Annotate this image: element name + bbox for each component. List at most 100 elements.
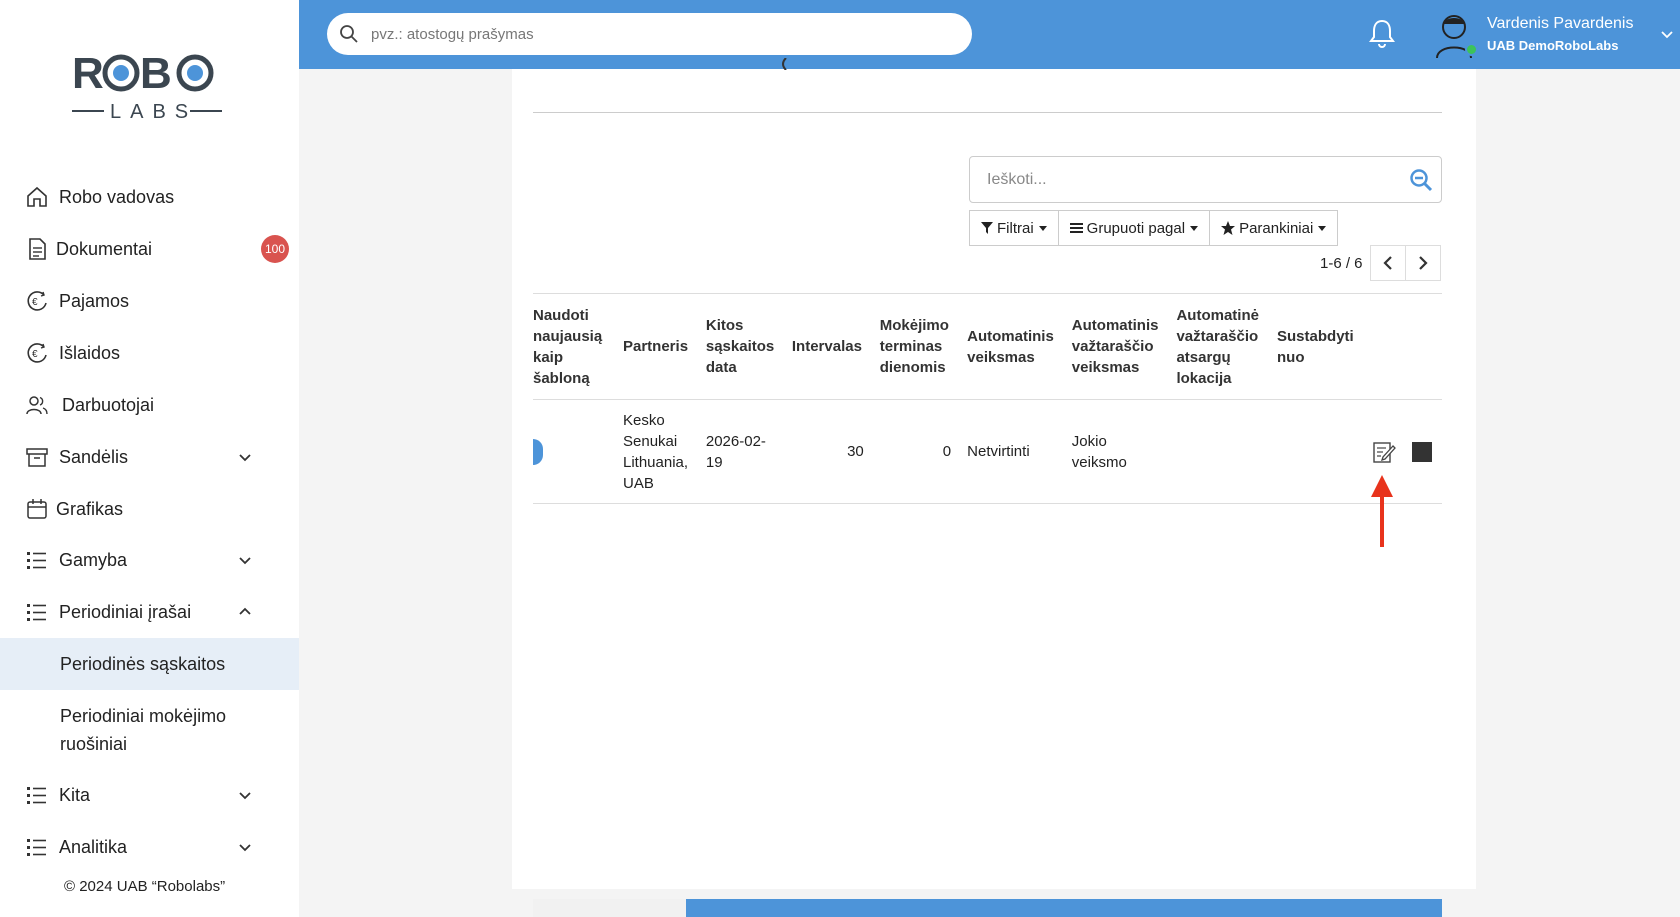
chevron-down-icon — [239, 557, 251, 565]
archive-icon — [26, 448, 48, 467]
group-by-button[interactable]: Grupuoti pagal — [1058, 210, 1211, 246]
template-toggle-cell[interactable] — [533, 399, 615, 504]
bars-icon — [1069, 223, 1083, 233]
previous-page-button[interactable] — [1370, 245, 1406, 281]
sidebar-subitem-periodines-saskaitos[interactable]: Periodinės sąskaitos — [0, 638, 299, 690]
caret-down-icon — [1038, 225, 1047, 231]
copyright-text: © 2024 UAB “Robolabs” — [64, 878, 226, 895]
sidebar-item-kita[interactable]: Kita — [0, 769, 299, 821]
filters-button[interactable]: Filtrai — [969, 210, 1059, 246]
title-fragment — [782, 58, 787, 70]
bottom-bar-segment — [533, 899, 686, 917]
sidebar-item-label: Periodiniai įrašai — [59, 601, 192, 622]
svg-text:R: R — [72, 49, 103, 98]
list-icon — [27, 604, 46, 621]
column-header[interactable]: Naudoti naujausią kaip šabloną — [533, 293, 615, 400]
home-icon — [27, 186, 47, 207]
list-search-input[interactable]: Ieškoti... — [969, 156, 1442, 203]
caret-down-icon — [1190, 225, 1199, 231]
euro-income-icon: € — [27, 291, 47, 311]
sidebar-item-label: Robo vadovas — [59, 186, 175, 207]
sidebar-subitem-label: Periodinės sąskaitos — [60, 654, 226, 674]
table-row[interactable]: Kesko Senukai Lithuania, UAB 2026-02-19 … — [533, 399, 1442, 504]
sidebar-item-darbuotojai[interactable]: Darbuotojai — [0, 379, 299, 431]
column-header[interactable]: Kitos sąskaitos data — [697, 293, 784, 400]
partner-cell: Kesko Senukai Lithuania, UAB — [615, 399, 698, 504]
auto-action-cell: Netvirtinti — [959, 399, 1064, 504]
svg-text:LABS: LABS — [110, 101, 197, 123]
calendar-icon — [27, 499, 47, 519]
sidebar-item-analitika[interactable]: Analitika — [0, 821, 299, 873]
next-page-button[interactable] — [1405, 245, 1441, 281]
list-icon — [27, 787, 46, 804]
sidebar-item-periodiniai-irasai[interactable]: Periodiniai įrašai — [0, 586, 299, 638]
sidebar-item-pajamos[interactable]: € Pajamos — [0, 275, 299, 327]
sidebar-item-robo-vadovas[interactable]: Robo vadovas — [0, 171, 299, 223]
svg-text:€: € — [32, 349, 38, 360]
favorites-label: Parankiniai — [1239, 219, 1314, 237]
sidebar-subitem-periodiniai-mokejimo-ruosiniai[interactable]: Periodiniai mokėjimo ruošiniai — [0, 700, 299, 760]
star-icon — [1221, 221, 1236, 235]
column-header[interactable]: Partneris — [615, 293, 698, 400]
users-icon — [26, 396, 48, 415]
sidebar-item-label: Išlaidos — [59, 342, 121, 363]
user-company[interactable]: UAB DemoRoboLabs — [1487, 38, 1618, 53]
search-icon — [340, 25, 358, 43]
online-status-dot — [1465, 43, 1478, 56]
sidebar-item-grafikas[interactable]: Grafikas — [0, 483, 299, 535]
column-header — [1404, 293, 1442, 400]
edit-icon[interactable] — [1372, 440, 1397, 464]
user-name[interactable]: Vardenis Pavardenis — [1487, 15, 1633, 33]
column-header — [1364, 293, 1405, 400]
top-bar: pvz.: atostogų prašymas Vardenis Pavarde… — [299, 0, 1680, 69]
euro-expense-icon: € — [27, 343, 47, 363]
column-header[interactable]: Sustabdyti nuo — [1269, 293, 1365, 400]
column-header[interactable]: Automatinis veiksmas — [959, 293, 1064, 400]
chevron-up-icon — [239, 607, 251, 615]
global-search-input[interactable]: pvz.: atostogų prašymas — [327, 13, 972, 55]
sidebar-item-label: Grafikas — [56, 498, 124, 519]
sidebar-item-label: Pajamos — [59, 290, 130, 311]
annotation-arrow-icon — [1371, 475, 1393, 547]
list-icon — [27, 839, 46, 856]
bell-icon[interactable] — [1368, 18, 1396, 48]
next-date-cell: 2026-02-19 — [697, 399, 784, 504]
sidebar-item-label: Gamyba — [59, 549, 128, 570]
sidebar-item-gamyba[interactable]: Gamyba — [0, 534, 299, 586]
interval-cell: 30 — [783, 399, 872, 504]
sidebar-item-label: Darbuotojai — [62, 394, 155, 415]
document-icon — [29, 238, 46, 260]
sidebar-item-islaidos[interactable]: € Išlaidos — [0, 327, 299, 379]
chevron-left-icon — [1383, 256, 1392, 270]
list-icon — [27, 552, 46, 569]
chevron-down-icon[interactable] — [1660, 27, 1674, 41]
sidebar-item-label: Sandėlis — [59, 446, 129, 467]
sidebar-item-sandelis[interactable]: Sandėlis — [0, 431, 299, 483]
column-header[interactable]: Automatinis važtaraščio veiksmas — [1063, 293, 1169, 400]
svg-text:€: € — [32, 297, 38, 308]
bottom-bar — [533, 899, 1442, 917]
caret-down-icon — [1318, 225, 1327, 231]
stop-cell — [1404, 399, 1442, 504]
robolabs-logo[interactable]: R B LABS — [70, 44, 225, 124]
favorites-button[interactable]: Parankiniai — [1210, 210, 1339, 246]
column-header[interactable]: Mokėjimo terminas dienomis — [871, 293, 960, 400]
divider — [533, 112, 1442, 113]
sidebar-subitem-label: Periodiniai mokėjimo ruošiniai — [60, 706, 227, 754]
group-by-label: Grupuoti pagal — [1086, 219, 1186, 237]
sidebar-item-dokumentai[interactable]: Dokumentai 100 — [0, 223, 299, 275]
stop-from-cell — [1269, 399, 1365, 504]
search-icon[interactable] — [1409, 168, 1433, 192]
waybill-location-cell — [1168, 399, 1270, 504]
auto-waybill-action-cell: Jokio veiksmo — [1063, 399, 1169, 504]
column-header[interactable]: Automatinė važtaraščio atsargų lokacija — [1168, 293, 1270, 400]
sidebar: R B LABS Robo vadovas Dokumentai 100 € P… — [0, 0, 299, 917]
stop-icon[interactable] — [1412, 441, 1433, 462]
filters-label: Filtrai — [997, 219, 1034, 237]
term-days-cell: 0 — [871, 399, 960, 504]
column-header[interactable]: Intervalas — [783, 293, 872, 400]
pager-counter: 1-6 / 6 — [1320, 255, 1363, 272]
recurring-invoices-table: Naudoti naujausią kaip šabloną Partneris… — [533, 293, 1442, 504]
toggle-switch[interactable] — [533, 438, 543, 465]
sidebar-item-label: Kita — [59, 784, 91, 805]
